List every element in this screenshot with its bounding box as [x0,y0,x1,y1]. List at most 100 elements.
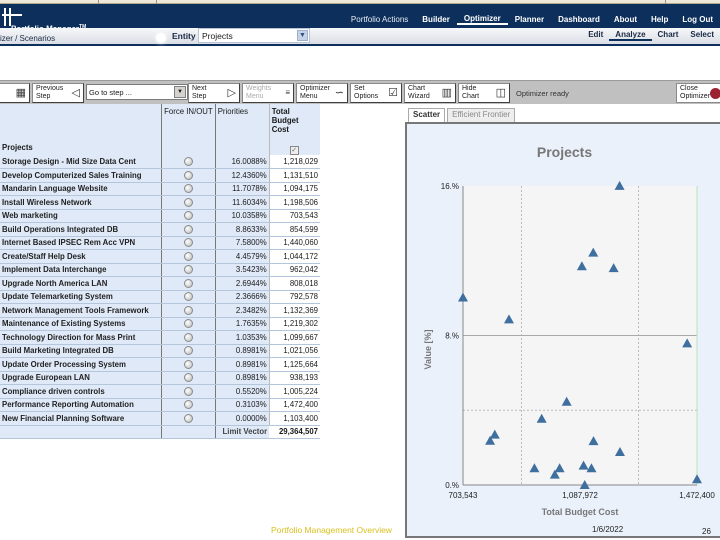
force-in-out-radio[interactable] [183,184,193,194]
force-in-out-radio[interactable] [183,386,193,396]
table-row[interactable]: Build Marketing Integrated DB 0.8981% 1,02… [0,344,320,358]
nav-item-optimizer[interactable]: Optimizer [456,14,508,25]
table-row[interactable]: Storage Design - Mid Size Data Cent 16.00… [0,155,320,169]
table-row[interactable]: Develop Computerized Sales Training 12.43… [0,168,320,183]
priority-value: 0.0000% [215,411,270,426]
goto-step-select[interactable]: Go to step ... ▼ [86,84,188,100]
force-in-out-radio[interactable] [183,170,193,180]
force-in-out-radio[interactable] [183,211,193,221]
nav-item-about[interactable]: About [607,15,644,24]
table-row[interactable]: Mandarin Language Website 11.7078% 1,094,1… [0,182,320,196]
project-name[interactable]: Web marketing [0,209,162,223]
force-in-out-radio[interactable] [183,319,193,329]
nav-item-dashboard[interactable]: Dashboard [551,15,607,24]
table-row[interactable]: Performance Reporting Automation 0.3103% 1… [0,398,320,412]
table-row[interactable]: Upgrade European LAN 0.8981% 938,193 [0,371,320,385]
table-row[interactable]: Network Management Tools Framework 2.3482… [0,303,320,318]
entity-select[interactable]: Projects ▼ [198,28,310,43]
force-in-out-radio[interactable] [183,224,193,234]
project-name[interactable]: Build Marketing Integrated DB [0,344,162,358]
project-name[interactable]: Create/Staff Help Desk [0,249,162,264]
chart-tab-scatter[interactable]: Scatter [408,108,446,122]
y-tick-label: 8.% [445,332,459,341]
sub-nav: Edit Analyze Chart Select [582,30,720,41]
project-name[interactable]: Install Wireless Network [0,195,162,210]
next-step-button[interactable]: Next Step ▷ [188,83,240,103]
chart-tab-efficient-frontier[interactable]: Efficient Frontier [447,108,516,122]
priority-value: 12.4360% [215,168,270,183]
force-in-out-radio[interactable] [183,292,193,302]
force-in-out-radio[interactable] [183,373,193,383]
chevron-down-icon[interactable]: ▼ [297,30,308,41]
project-name[interactable]: Upgrade North America LAN [0,276,162,291]
include-constraint-checkbox[interactable]: ✓ [289,146,299,155]
project-name[interactable]: New Financial Planning Software [0,411,162,426]
header-force[interactable]: Force IN/OUT [161,104,216,155]
table-row[interactable]: Build Operations Integrated DB 8.8633% 854… [0,222,320,237]
table-row[interactable]: Create/Staff Help Desk 4.4579% 1,044,172 [0,249,320,264]
nav-item-log-out[interactable]: Log Out [675,15,720,24]
force-in-out-radio[interactable] [183,400,193,410]
project-name[interactable]: Internet Based IPSEC Rem Acc VPN [0,236,162,250]
grid-toggle-button[interactable]: ▦ [0,83,30,103]
project-name[interactable]: Network Management Tools Framework [0,303,162,318]
previous-step-button[interactable]: Previous Step ◁ [32,83,84,103]
header-priorities[interactable]: Priorities [215,104,270,155]
subnav-item-analyze[interactable]: Analyze [609,30,652,41]
table-row[interactable]: Install Wireless Network 11.6034% 1,198,50… [0,195,320,210]
force-in-out-radio[interactable] [183,305,193,315]
header-projects[interactable]: Projects [0,104,162,155]
force-in-out-radio[interactable] [183,238,193,248]
nav-item-help[interactable]: Help [644,15,675,24]
project-name[interactable]: Update Telemarketing System [0,290,162,304]
optimizer-menu-button[interactable]: Optimizer Menu ∽ [296,83,348,103]
nav-item-portfolio-actions[interactable]: Portfolio Actions [344,15,415,24]
hide-chart-button[interactable]: Hide Chart ◫ [458,83,510,103]
force-cell [161,411,216,426]
project-name[interactable]: Implement Data Interchange [0,263,162,277]
close-optimizer-button[interactable]: Close Optimizer [676,83,720,103]
force-in-out-radio[interactable] [183,157,193,167]
table-row[interactable]: Internet Based IPSEC Rem Acc VPN 7.5800% 1… [0,236,320,250]
force-in-out-radio[interactable] [183,278,193,288]
table-row[interactable]: Implement Data Interchange 3.5423% 962,042 [0,263,320,277]
project-name[interactable]: Maintenance of Existing Systems [0,317,162,331]
table-row[interactable]: Maintenance of Existing Systems 1.7635% 1,… [0,317,320,331]
force-in-out-radio[interactable] [183,265,193,275]
subnav-item-select[interactable]: Select [684,30,720,41]
breadcrumb[interactable]: izer / Scenarios [0,34,55,43]
budget-cost-value: 703,543 [269,209,320,223]
table-row[interactable]: Compliance driven controls 0.5520% 1,005,2… [0,384,320,399]
project-name[interactable]: Technology Direction for Mass Print [0,330,162,345]
set-options-button[interactable]: Set Options ☑ [350,83,402,103]
table-row[interactable]: Technology Direction for Mass Print 1.035… [0,330,320,345]
project-name[interactable]: Build Operations Integrated DB [0,222,162,237]
project-name[interactable]: Upgrade European LAN [0,371,162,385]
subnav-item-edit[interactable]: Edit [582,30,609,41]
nav-item-planner[interactable]: Planner [508,15,551,24]
project-name[interactable]: Storage Design - Mid Size Data Cent [0,155,162,169]
force-in-out-radio[interactable] [183,346,193,356]
project-name[interactable]: Develop Computerized Sales Training [0,168,162,183]
table-row[interactable]: Web marketing 10.0358% 703,543 [0,209,320,223]
project-name[interactable]: Update Order Processing System [0,357,162,372]
chart-wizard-button[interactable]: Chart Wizard ▥ [404,83,456,103]
priority-value: 16.0088% [215,155,270,169]
project-name[interactable]: Performance Reporting Automation [0,398,162,412]
force-in-out-radio[interactable] [183,251,193,261]
header-total-budget-cost[interactable]: Total Budget Cost ✓ [269,104,320,155]
subnav-item-chart[interactable]: Chart [652,30,685,41]
project-name[interactable]: Mandarin Language Website [0,182,162,196]
table-row[interactable]: Upgrade North America LAN 2.6944% 808,018 [0,276,320,291]
force-in-out-radio[interactable] [183,332,193,342]
force-in-out-radio[interactable] [183,359,193,369]
chevron-down-icon[interactable]: ▼ [174,86,186,98]
table-row[interactable]: Update Telemarketing System 2.3666% 792,57… [0,290,320,304]
force-in-out-radio[interactable] [183,197,193,207]
table-row[interactable]: New Financial Planning Software 0.0000% 1,… [0,411,320,426]
table-row[interactable]: Update Order Processing System 0.8981% 1,1… [0,357,320,372]
nav-item-builder[interactable]: Builder [415,15,457,24]
weights-menu-button[interactable]: Weights Menu ≡ [242,83,294,103]
project-name[interactable]: Compliance driven controls [0,384,162,399]
force-in-out-radio[interactable] [183,413,193,423]
